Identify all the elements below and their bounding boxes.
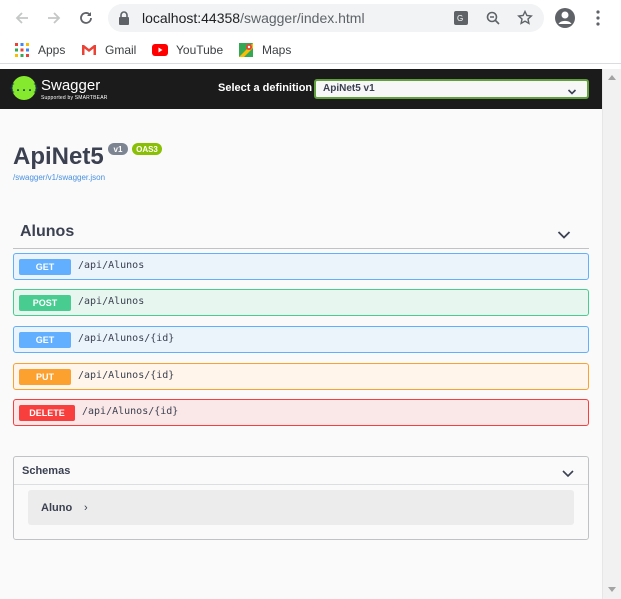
browser-toolbar: localhost:44358/swagger/index.html G (0, 0, 621, 36)
bookmarks-bar: Apps Gmail YouTube Maps (0, 36, 621, 64)
bookmark-label: Maps (262, 43, 292, 57)
bookmark-star-icon[interactable] (516, 10, 534, 26)
lock-icon[interactable] (118, 11, 130, 30)
bookmark-youtube[interactable]: YouTube (152, 40, 223, 60)
swagger-brand-sub: Supported by SMARTBEAR (41, 95, 108, 101)
definition-label: Select a definition (218, 82, 313, 94)
url-host: localhost:44358 (142, 10, 241, 26)
operation-path: /api/Alunos/{id} (82, 406, 179, 417)
method-badge: PUT (19, 369, 71, 385)
method-badge: POST (19, 295, 71, 311)
translate-icon[interactable]: G (452, 10, 470, 26)
profile-avatar-icon[interactable] (553, 6, 577, 30)
definition-select[interactable]: ApiNet5 v1 (314, 79, 589, 99)
divider (14, 484, 588, 485)
operation-post-alunos[interactable]: POST /api/Alunos (13, 289, 589, 316)
kebab-menu-icon[interactable] (586, 6, 610, 30)
operation-path: /api/Alunos (78, 260, 145, 271)
url-text[interactable]: localhost:44358/swagger/index.html (142, 10, 365, 26)
reload-icon[interactable] (74, 6, 98, 30)
chevron-down-icon[interactable] (562, 465, 574, 483)
back-arrow-icon[interactable] (10, 6, 34, 30)
api-title: ApiNet5 (13, 143, 104, 170)
operation-delete-aluno[interactable]: DELETE /api/Alunos/{id} (13, 399, 589, 426)
operation-put-aluno[interactable]: PUT /api/Alunos/{id} (13, 363, 589, 390)
chevron-right-icon: › (84, 502, 88, 514)
method-badge: GET (19, 332, 71, 348)
bookmark-apps[interactable]: Apps (14, 40, 65, 60)
operation-get-alunos[interactable]: GET /api/Alunos (13, 253, 589, 280)
model-aluno[interactable]: Aluno › (28, 490, 574, 525)
gmail-icon (81, 42, 97, 58)
swagger-topbar: {...} Swagger Supported by SMARTBEAR Sel… (0, 69, 602, 109)
swagger-logo-icon[interactable]: {...} (9, 76, 39, 100)
bookmark-maps[interactable]: Maps (238, 40, 291, 60)
operation-path: /api/Alunos/{id} (78, 333, 175, 344)
scroll-up-icon[interactable] (608, 75, 616, 80)
tag-name: Alunos (20, 223, 75, 240)
apps-grid-icon (14, 42, 30, 58)
bookmark-label: Gmail (105, 43, 137, 57)
forward-arrow-icon[interactable] (42, 6, 66, 30)
maps-icon (238, 42, 254, 58)
definition-value: ApiNet5 v1 (323, 83, 375, 94)
version-badge: v1 (108, 143, 128, 155)
swagger-brand[interactable]: Swagger (41, 77, 100, 94)
vertical-scrollbar[interactable] (602, 69, 621, 599)
zoom-icon[interactable] (484, 10, 502, 26)
method-badge: DELETE (19, 405, 75, 421)
spec-link[interactable]: /swagger/v1/swagger.json (13, 173, 105, 182)
youtube-icon (152, 42, 168, 58)
method-badge: GET (19, 259, 71, 275)
page-viewport: {...} Swagger Supported by SMARTBEAR Sel… (0, 69, 602, 599)
model-name: Aluno (41, 502, 73, 514)
operation-path: /api/Alunos/{id} (78, 370, 175, 381)
oas-badge: OAS3 (132, 143, 162, 155)
svg-text:G: G (457, 14, 463, 23)
chevron-down-icon (567, 84, 577, 102)
schemas-section: Schemas Aluno › (13, 456, 589, 540)
bookmark-gmail[interactable]: Gmail (81, 40, 136, 60)
schemas-title[interactable]: Schemas (22, 465, 70, 477)
scroll-down-icon[interactable] (608, 587, 616, 592)
tag-section-header[interactable]: Alunos (13, 219, 589, 249)
chevron-down-icon[interactable] (557, 227, 571, 245)
address-bar[interactable]: localhost:44358/swagger/index.html G (108, 4, 544, 32)
bookmark-label: YouTube (176, 43, 224, 57)
bookmark-label: Apps (38, 43, 66, 57)
url-path: /swagger/index.html (240, 10, 365, 26)
operation-path: /api/Alunos (78, 296, 145, 307)
operation-get-aluno-by-id[interactable]: GET /api/Alunos/{id} (13, 326, 589, 353)
